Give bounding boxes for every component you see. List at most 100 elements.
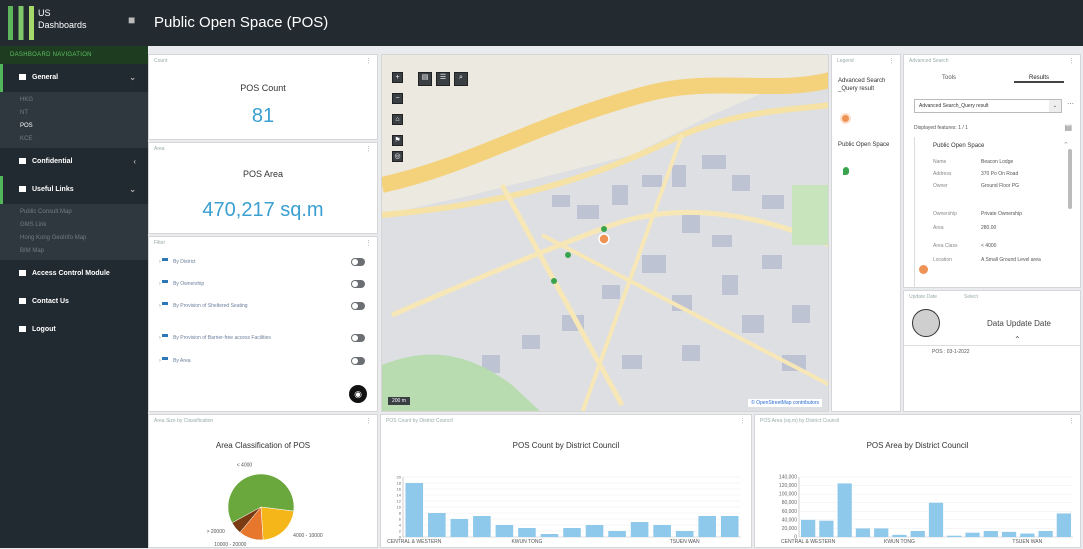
- filter-panel: Filter ⋮ › By District › By Ownership › …: [148, 236, 378, 412]
- locate-icon[interactable]: ◎: [392, 151, 403, 162]
- field-value: Private Ownership: [981, 211, 1022, 217]
- pos-count-label: POS Count: [240, 83, 286, 93]
- field-value: A Small Ground Level area: [981, 257, 1041, 263]
- layers-button[interactable]: ☰: [436, 72, 450, 86]
- filter-toggle[interactable]: [351, 258, 365, 266]
- search-icon[interactable]: ⌕: [454, 72, 468, 86]
- y-tick-label: 2: [399, 529, 402, 534]
- y-tick-label: 16: [397, 487, 402, 492]
- y-tick-label: 8: [399, 511, 402, 516]
- filter-label: By Area: [173, 358, 191, 364]
- y-tick-label: 4: [399, 523, 402, 528]
- chevron-up-icon[interactable]: ⌃: [1063, 141, 1069, 149]
- scrollbar[interactable]: [1068, 149, 1072, 209]
- bar: [675, 531, 694, 537]
- map-pos-marker[interactable]: [551, 278, 557, 284]
- map-pos-marker[interactable]: [601, 226, 607, 232]
- panel-menu-icon[interactable]: ⋮: [888, 57, 895, 65]
- sidebar-link-4[interactable]: BIM Map: [0, 245, 148, 258]
- panel-menu-icon[interactable]: ⋮: [1068, 57, 1075, 65]
- panel-title: Advanced Search: [909, 58, 949, 64]
- tab-tools[interactable]: Tools: [924, 75, 974, 81]
- green-pin-icon: [843, 167, 849, 175]
- filter-toggle[interactable]: [351, 334, 365, 342]
- sidebar-section-label: General: [32, 74, 59, 81]
- tab-select[interactable]: Select: [964, 294, 978, 300]
- filter-toggle[interactable]: [351, 357, 365, 365]
- sidebar-item-pos[interactable]: POS: [0, 120, 148, 133]
- envelope-icon: [19, 298, 26, 305]
- filter-toggle[interactable]: [351, 302, 365, 310]
- map-panel: + − ⌂ ⚑ ◎ ▤ ☰ ⌕ 200 m © OpenStreetMap co…: [381, 54, 829, 412]
- field-key: Area: [933, 225, 944, 231]
- sidebar-section-access-control[interactable]: Access Control Module: [0, 260, 148, 288]
- field-value: 370 Po On Road: [981, 171, 1019, 177]
- filter-toggle[interactable]: [351, 280, 365, 288]
- field-key: Area Class: [933, 243, 958, 249]
- more-options-icon[interactable]: ⋯: [1067, 100, 1074, 108]
- panel-menu-icon[interactable]: ⋮: [365, 145, 372, 153]
- bar: [1056, 513, 1071, 537]
- sidebar-item-kce[interactable]: KCE: [0, 133, 148, 146]
- bar: [428, 513, 446, 537]
- update-date-value: POS : 03-1-2022: [932, 349, 970, 355]
- bar: [608, 531, 626, 537]
- filter-by-barrier-free: › By Provision of Barrier-free access Fa…: [159, 331, 365, 345]
- panel-title: Area: [154, 146, 165, 152]
- field-value: Ground Floor PG: [981, 183, 1020, 189]
- eye-icon[interactable]: ◉: [349, 385, 367, 403]
- sidebar-item-hkg[interactable]: HKG: [0, 94, 148, 107]
- results-layer-select[interactable]: Advanced Search_Query result ⌄: [914, 99, 1062, 113]
- map-query-marker[interactable]: [598, 233, 610, 245]
- sidebar-item-nt[interactable]: NT: [0, 107, 148, 120]
- home-icon[interactable]: ⌂: [392, 114, 403, 125]
- bar: [819, 520, 834, 537]
- tab-results[interactable]: Results: [1014, 75, 1064, 83]
- sidebar-section-logout[interactable]: Logout: [0, 316, 148, 344]
- panel-menu-icon[interactable]: ⋮: [365, 57, 372, 65]
- sidebar-section-label: Access Control Module: [32, 270, 110, 277]
- bar: [495, 525, 514, 537]
- x-tick-label: KWUN TONG: [511, 539, 542, 545]
- sidebar-section-contact[interactable]: Contact Us: [0, 288, 148, 316]
- sidebar-link-1[interactable]: Public Consult Map: [0, 206, 148, 219]
- basemap-button[interactable]: ▤: [418, 72, 432, 86]
- bar: [450, 519, 469, 537]
- result-marker-icon: [919, 265, 928, 274]
- map-pos-marker[interactable]: [565, 252, 571, 258]
- x-tick-label: KWUN TONG: [884, 539, 915, 545]
- map-view[interactable]: + − ⌂ ⚑ ◎ ▤ ☰ ⌕ 200 m © OpenStreetMap co…: [382, 55, 828, 411]
- x-tick-label: TSUEN WAN: [670, 539, 700, 545]
- pos-count-panel: Count ⋮ POS Count 81: [148, 54, 378, 140]
- tab-update-date[interactable]: Update Date: [909, 294, 937, 300]
- panel-menu-icon[interactable]: ⋮: [365, 239, 372, 247]
- filter-by-district: › By District: [159, 255, 365, 269]
- sidebar-section-label: Contact Us: [32, 298, 69, 305]
- legend-group-query: Advanced Search _Query result: [838, 78, 886, 92]
- sidebar-link-2[interactable]: GMS Link: [0, 219, 148, 232]
- flag-icon[interactable]: ⚑: [392, 135, 403, 146]
- pie-label: > 20000: [207, 529, 225, 535]
- export-icon[interactable]: ▤: [1064, 123, 1072, 132]
- bar: [965, 532, 980, 537]
- sidebar-section-confidential[interactable]: Confidential ‹: [0, 148, 148, 176]
- sidebar-section-general[interactable]: General ⌄: [0, 64, 148, 92]
- menu-toggle-button[interactable]: ■: [128, 14, 140, 26]
- filter-label: By Ownership: [173, 281, 205, 287]
- bar: [874, 528, 889, 537]
- result-title: Public Open Space: [933, 143, 985, 149]
- zoom-out-button[interactable]: −: [392, 93, 403, 104]
- chevron-up-icon[interactable]: ⌃: [1014, 335, 1021, 344]
- pie-label: 4000 - 10000: [293, 533, 323, 539]
- logout-icon: [19, 326, 26, 333]
- filter-icon: [162, 280, 169, 288]
- sidebar-section-useful-links[interactable]: Useful Links ⌄: [0, 176, 148, 204]
- map-attribution[interactable]: © OpenStreetMap contributors: [748, 399, 822, 407]
- bar: [473, 516, 491, 537]
- count-by-district-panel: POS Count by District Council ⋮ POS Coun…: [380, 414, 752, 548]
- filter-by-area: › By Area: [159, 354, 365, 368]
- zoom-in-button[interactable]: +: [392, 72, 403, 83]
- sidebar-link-3[interactable]: Hong Kong GeoInfo Map: [0, 232, 148, 245]
- app-logo[interactable]: US Dashboards: [8, 6, 98, 40]
- field-key: Owner: [933, 183, 948, 189]
